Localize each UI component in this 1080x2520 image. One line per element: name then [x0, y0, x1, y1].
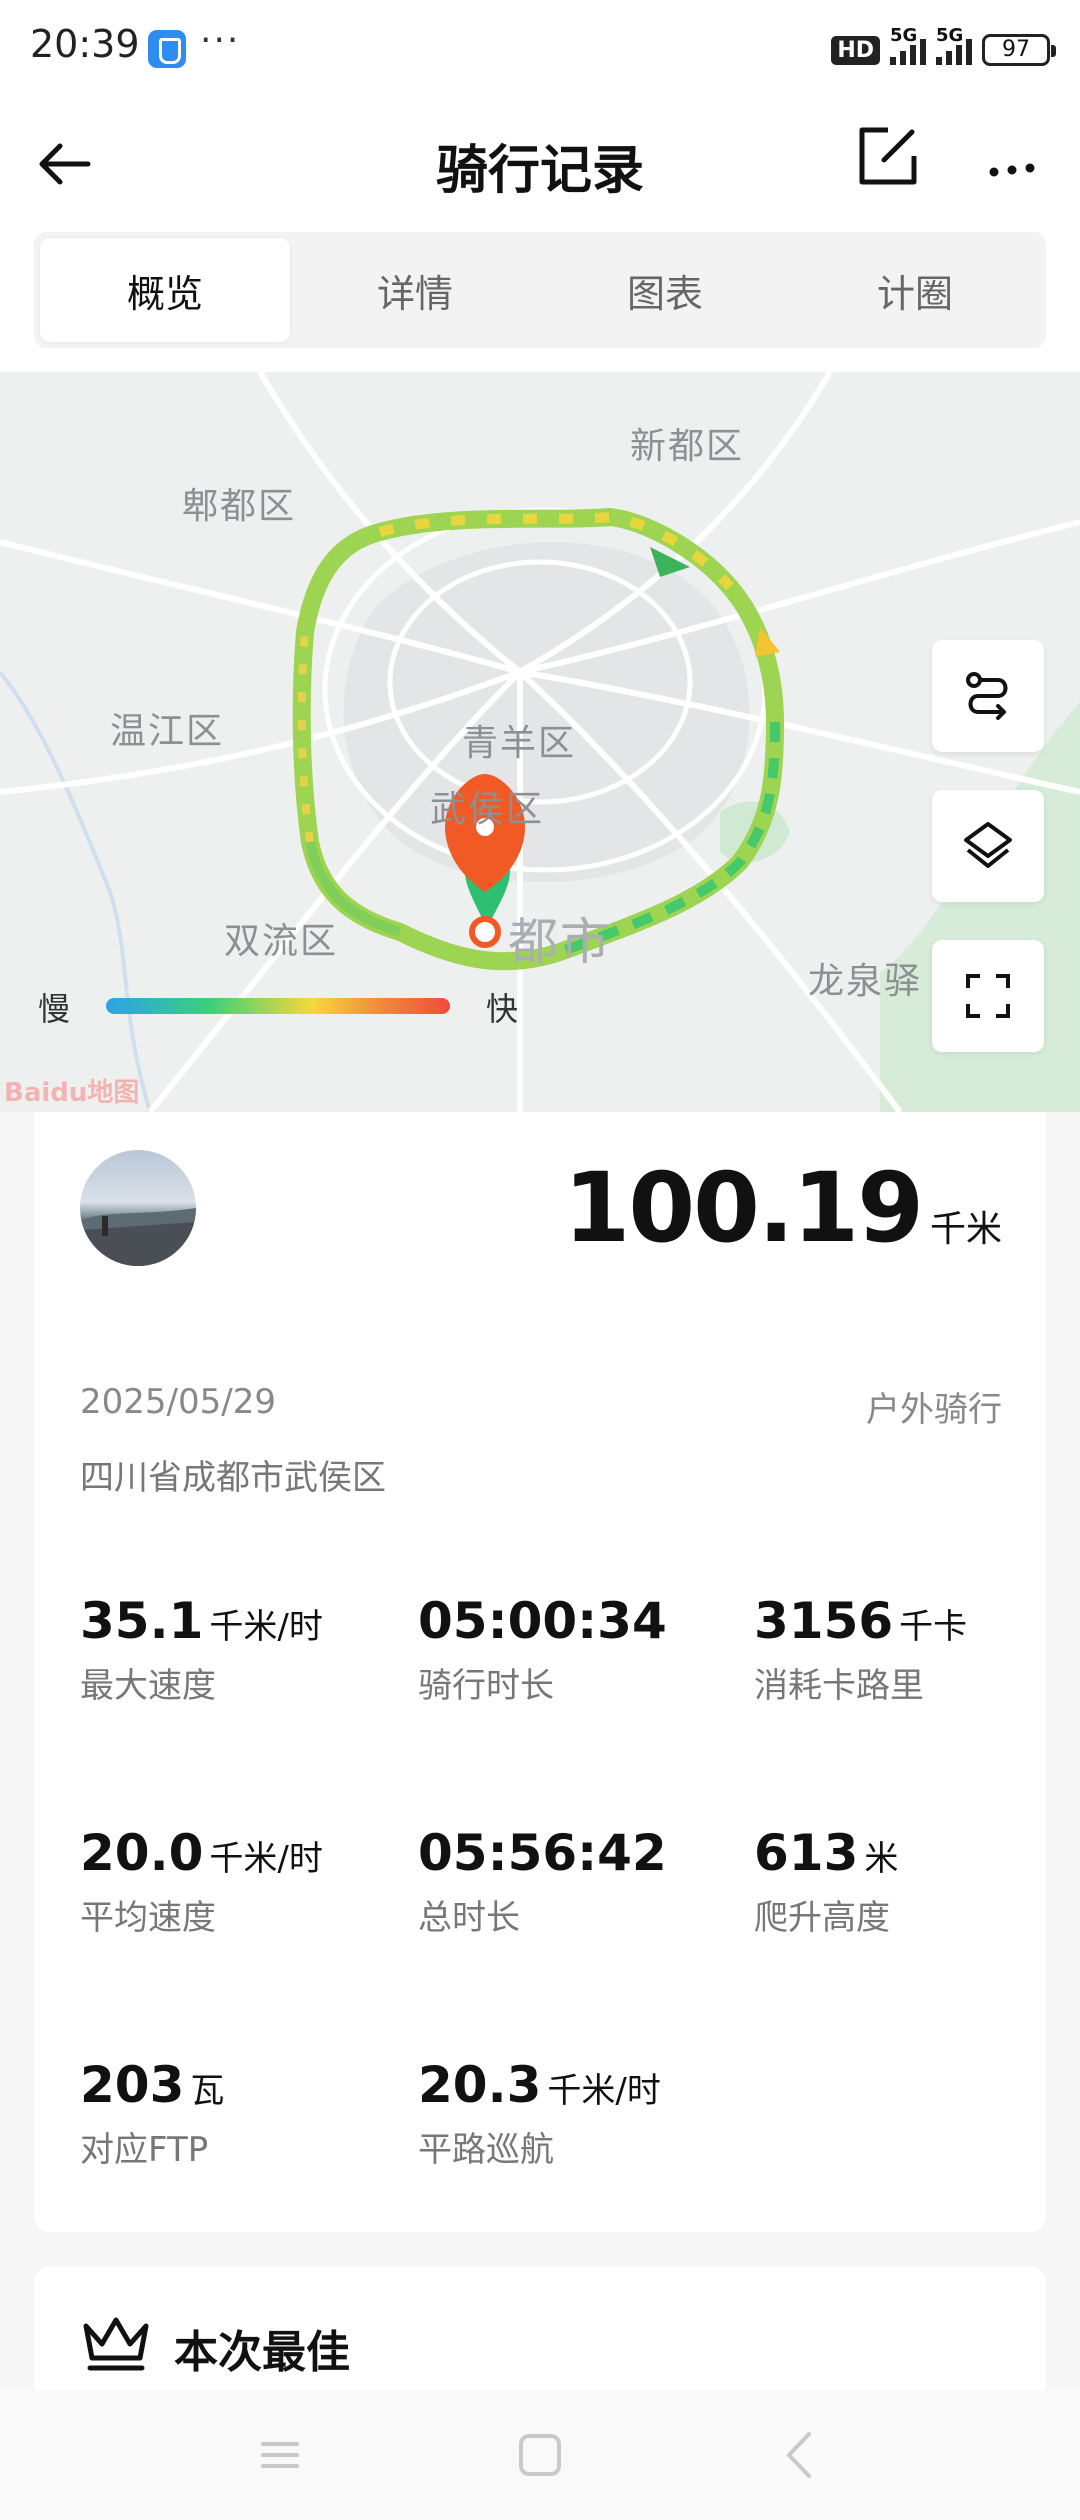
stat-unit: 瓦 — [190, 2071, 225, 2111]
stat-value: 613 — [754, 1824, 859, 1882]
stat-value: 35.1 — [80, 1592, 204, 1650]
stat-unit: 千卡 — [899, 1607, 968, 1647]
ride-summary-card: 100.19 千米 2025/05/29 户外骑行 四川省成都市武侯区 35.1… — [34, 1112, 1046, 2232]
avatar[interactable] — [80, 1150, 196, 1266]
stat-ftp: 203 瓦 对应FTP — [80, 2056, 224, 2171]
stat-value: 3156 — [754, 1592, 894, 1650]
ride-type: 户外骑行 — [866, 1390, 1002, 1430]
distance-unit: 千米 — [929, 1209, 1002, 1250]
stat-max-speed: 35.1 千米/时 最大速度 — [80, 1592, 323, 1707]
best-title: 本次最佳 — [174, 2327, 350, 2378]
status-time: 20:39 — [30, 22, 140, 66]
hd-icon: HD — [831, 35, 880, 65]
battery-icon: 97 — [982, 34, 1056, 66]
signal-icon: 5G — [890, 25, 926, 65]
ride-date: 2025/05/29 — [80, 1382, 276, 1422]
tab-laps[interactable]: 计圈 — [790, 238, 1040, 342]
map-provider-logo: Baidu地图 — [4, 1078, 140, 1108]
tab-bar: 概览 详情 图表 计圈 — [34, 232, 1046, 348]
stat-value: 20.3 — [418, 2056, 542, 2114]
stat-unit: 千米/时 — [547, 2071, 661, 2111]
route-map[interactable]: 新都区 郫都区 温江区 青羊区 武侯区 双流区 都市 龙泉驿 慢 快 Baidu… — [0, 372, 1080, 1112]
route-icon — [966, 672, 1008, 720]
more-notifications-icon: ··· — [200, 20, 241, 61]
stat-avg-speed: 20.0 千米/时 平均速度 — [80, 1824, 323, 1939]
legend-fast-label: 快 — [486, 990, 519, 1028]
stat-value: 05:00:34 — [418, 1592, 667, 1650]
tab-charts[interactable]: 图表 — [540, 238, 790, 342]
total-distance: 100.19 千米 — [564, 1152, 1002, 1264]
status-indicators: HD 5G 5G 97 — [831, 25, 1056, 70]
stat-elevation-gain: 613 米 爬升高度 — [754, 1824, 898, 1939]
stat-flat-cruise: 20.3 千米/时 平路巡航 — [418, 2056, 661, 2171]
stat-total-time: 05:56:42 总时长 — [418, 1824, 673, 1939]
map-label-pidu: 郫都区 — [182, 486, 297, 527]
tabs-container: 概览 详情 图表 计圈 — [0, 232, 1080, 372]
map-label-wuhou: 武侯区 — [430, 789, 545, 830]
stat-label: 骑行时长 — [418, 1666, 554, 1706]
layers-icon — [964, 822, 1012, 868]
stat-riding-time: 05:00:34 骑行时长 — [418, 1592, 673, 1707]
map-label-qingyang: 青羊区 — [462, 723, 577, 764]
stat-label: 最大速度 — [80, 1666, 216, 1706]
tab-details[interactable]: 详情 — [290, 238, 540, 342]
map-label-chengdu: 都市 — [508, 913, 612, 971]
app-notification-icon — [148, 30, 186, 68]
fullscreen-button[interactable] — [932, 940, 1044, 1052]
speed-legend-bar — [106, 998, 450, 1014]
network-type-label: 5G — [890, 25, 918, 46]
map-label-xindu: 新都区 — [630, 426, 745, 467]
stat-label: 消耗卡路里 — [754, 1666, 924, 1706]
stat-unit: 千米/时 — [209, 1607, 323, 1647]
app-header: 骑行记录 — [0, 96, 1080, 232]
back-nav-icon[interactable] — [765, 2420, 835, 2490]
map-label-wenjiang: 温江区 — [110, 711, 225, 752]
stat-label: 平均速度 — [80, 1898, 216, 1938]
more-options-icon[interactable] — [972, 116, 1052, 196]
legend-slow-label: 慢 — [38, 990, 71, 1028]
stat-calories: 3156 千卡 消耗卡路里 — [754, 1592, 967, 1707]
ride-location: 四川省成都市武侯区 — [80, 1458, 386, 1498]
status-bar: 20:39 ··· HD 5G 5G 97 — [0, 0, 1080, 96]
stat-value: 20.0 — [80, 1824, 204, 1882]
fullscreen-icon — [966, 974, 1010, 1018]
distance-value: 100.19 — [563, 1152, 924, 1264]
edit-icon[interactable] — [848, 116, 928, 196]
tab-overview[interactable]: 概览 — [40, 238, 290, 342]
system-nav-bar — [0, 2390, 1080, 2520]
stat-label: 平路巡航 — [418, 2130, 554, 2170]
menu-nav-icon[interactable] — [245, 2420, 315, 2490]
stat-value: 203 — [80, 2056, 185, 2114]
map-layers-button[interactable] — [932, 790, 1044, 902]
map-label-shuangliu: 双流区 — [224, 921, 339, 962]
home-nav-icon[interactable] — [505, 2420, 575, 2490]
crown-icon — [80, 2310, 152, 2374]
network-type-label-2: 5G — [936, 25, 964, 46]
signal-icon-2: 5G — [936, 25, 972, 65]
stat-label: 对应FTP — [80, 2130, 209, 2170]
route-toggle-button[interactable] — [932, 640, 1044, 752]
stat-label: 爬升高度 — [754, 1898, 890, 1938]
stat-unit: 千米/时 — [209, 1839, 323, 1879]
stat-label: 总时长 — [418, 1898, 520, 1938]
stat-unit: 米 — [864, 1839, 899, 1879]
map-label-longquan: 龙泉驿 — [808, 961, 923, 1002]
stat-value: 05:56:42 — [418, 1824, 667, 1882]
